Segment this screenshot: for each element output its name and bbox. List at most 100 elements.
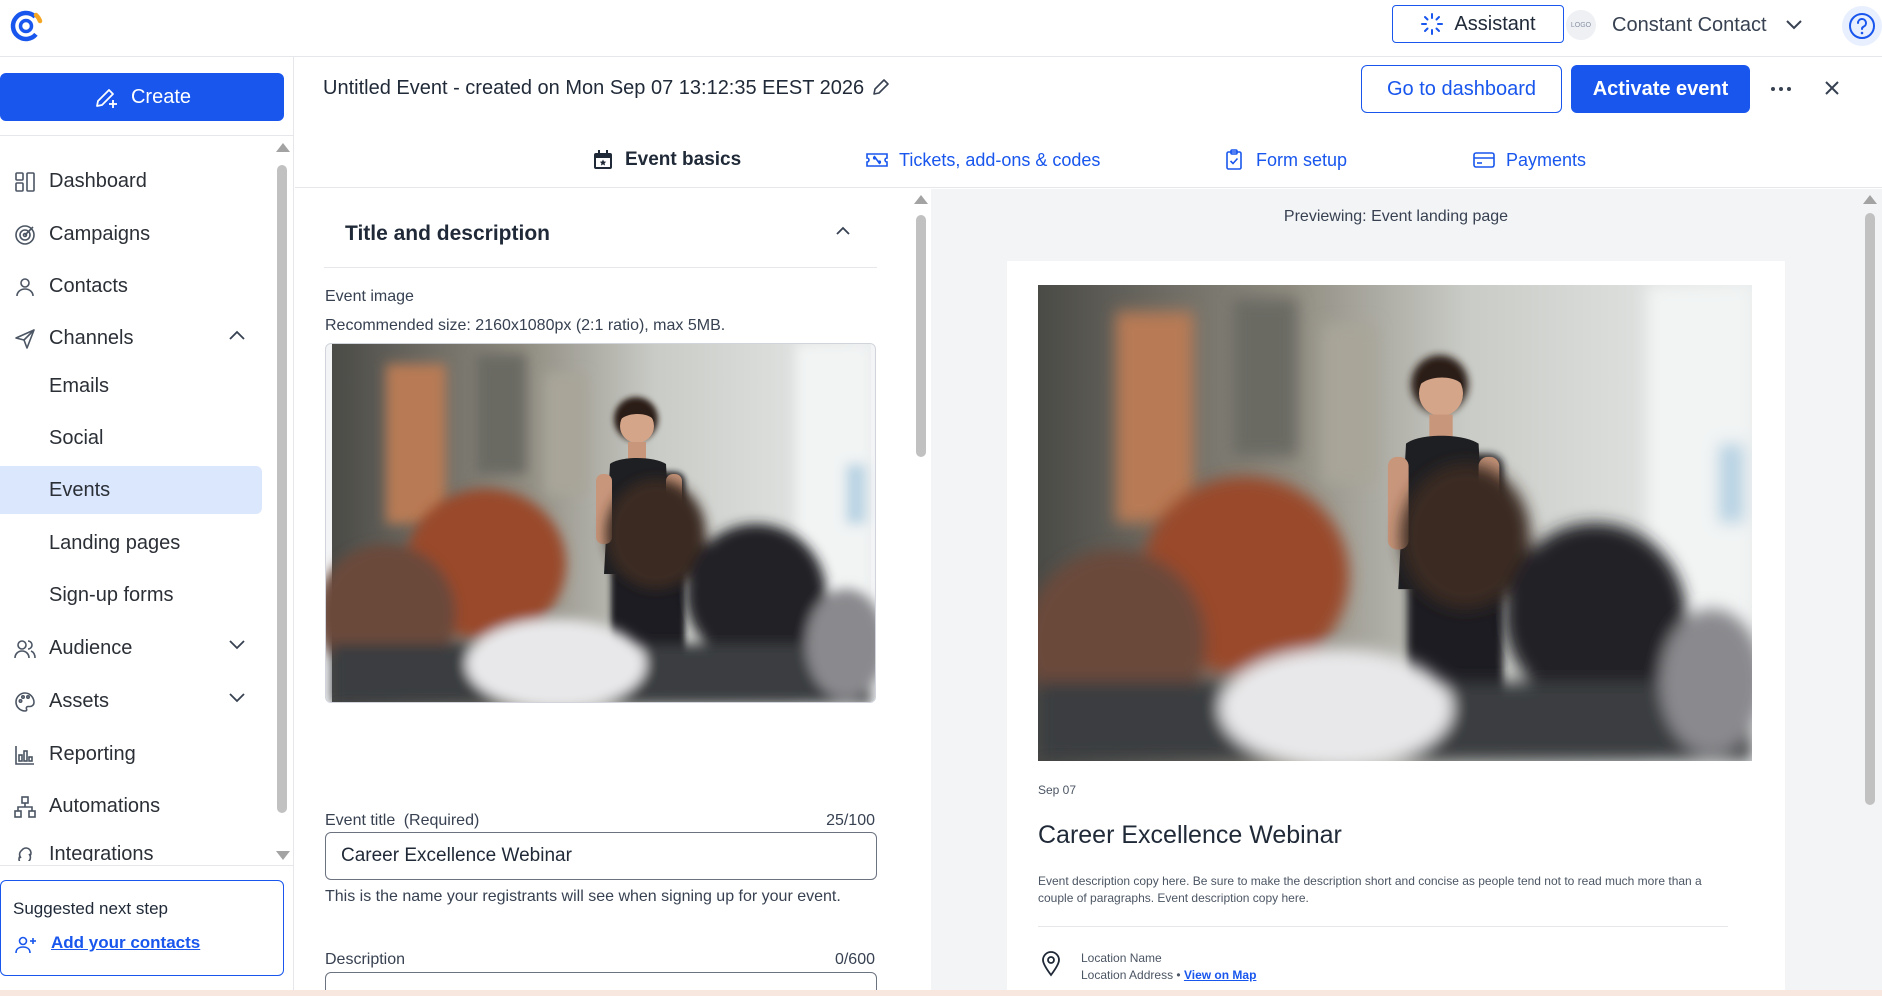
palette-icon: [12, 689, 38, 715]
sidebar-item-automations[interactable]: Automations: [0, 782, 262, 830]
tab-label: Tickets, add-ons & codes: [899, 149, 1101, 170]
chevron-down-icon: [229, 693, 245, 703]
sidebar-item-reporting[interactable]: Reporting: [0, 730, 262, 778]
bar-chart-icon: [12, 742, 38, 768]
scroll-up-arrow-icon[interactable]: [1863, 195, 1877, 204]
sidebar-item-campaigns[interactable]: Campaigns: [0, 210, 262, 258]
integrations-icon: [12, 843, 38, 861]
event-photo: [326, 344, 875, 702]
pencil-plus-icon: [96, 89, 117, 108]
preview-location-address-line: Location Address • View on Map: [1081, 968, 1256, 982]
pencil-icon[interactable]: [870, 76, 892, 98]
close-icon[interactable]: [1820, 76, 1844, 100]
scroll-down-arrow-icon[interactable]: [276, 851, 290, 860]
sidebar-item-label: Landing pages: [49, 531, 181, 554]
tab-tickets[interactable]: Tickets, add-ons & codes: [865, 144, 1100, 176]
go-to-dashboard-button[interactable]: Go to dashboard: [1361, 65, 1562, 113]
preview-scroll-thumb[interactable]: [1865, 213, 1875, 805]
bottom-strip: [0, 990, 1882, 996]
preview-location-address: Location Address: [1081, 968, 1174, 982]
event-image-help: Recommended size: 2160x1080px (2:1 ratio…: [325, 317, 726, 334]
create-label: Create: [130, 85, 192, 108]
event-title-input[interactable]: Career Excellence Webinar: [325, 832, 877, 880]
view-on-map-link[interactable]: View on Map: [1184, 968, 1256, 982]
sidebar-item-integrations[interactable]: Integrations: [0, 827, 262, 861]
preview-location-name: Location Name: [1081, 951, 1162, 965]
audience-icon: [12, 636, 38, 662]
tab-label: Form setup: [1256, 149, 1348, 170]
description-char-counter: 0/600: [834, 951, 875, 968]
create-button[interactable]: Create: [0, 73, 284, 121]
sidebar-item-label: Contacts: [49, 274, 128, 297]
preview-event-description: Event description copy here. Be sure to …: [1038, 874, 1702, 905]
tab-event-basics[interactable]: Event basics: [591, 144, 741, 176]
tab-label: Event basics: [625, 149, 742, 170]
scroll-up-arrow-icon[interactable]: [914, 195, 928, 204]
account-menu[interactable]: LOGO Constant Contact: [1566, 10, 1803, 40]
sidebar-item-assets[interactable]: Assets: [0, 677, 262, 725]
account-name: Constant Contact: [1612, 13, 1767, 36]
sidebar-scroll-thumb[interactable]: [277, 165, 287, 813]
event-form-panel: Title and description Event image Recomm…: [295, 189, 930, 996]
sidebar-item-landing-pages[interactable]: Landing pages: [0, 519, 262, 567]
constant-contact-logo-icon[interactable]: [6, 6, 46, 46]
title-char-counter: 25/100: [826, 812, 875, 829]
chevron-up-icon[interactable]: [835, 225, 851, 237]
sidebar-item-label: Social: [49, 426, 104, 449]
sidebar-item-label: Channels: [49, 326, 134, 349]
sidebar-item-label: Emails: [49, 374, 110, 397]
sidebar-item-label: Sign-up forms: [49, 583, 174, 606]
form-scroll-thumb[interactable]: [916, 215, 926, 457]
section-divider: [324, 267, 877, 268]
sidebar-item-channels[interactable]: Channels: [0, 314, 262, 362]
ticket-icon: [866, 153, 888, 167]
sidebar-item-label: Events: [49, 478, 111, 501]
required-marker: (Required): [403, 812, 480, 829]
clipboard-check-icon: [1226, 149, 1242, 170]
more-options-icon[interactable]: [1768, 80, 1794, 98]
sidebar-item-contacts[interactable]: Contacts: [0, 262, 262, 310]
sidebar-item-label: Integrations: [49, 843, 154, 861]
calendar-icon: [594, 150, 612, 169]
sidebar-item-label: Assets: [49, 689, 110, 712]
event-image-uploader[interactable]: [325, 343, 876, 703]
add-contact-icon: [15, 936, 36, 954]
separator-dot: •: [1176, 968, 1184, 982]
tab-form-setup[interactable]: Form setup: [1222, 144, 1347, 176]
sidebar-item-signup-forms[interactable]: Sign-up forms: [0, 571, 262, 619]
sidebar-divider: [0, 135, 293, 136]
sidebar: Create Dashboard Campaigns Contacts Chan…: [0, 57, 294, 996]
chevron-down-icon: [229, 640, 245, 650]
event-tabs: Event basics Tickets, add-ons & codes Fo…: [295, 134, 1882, 188]
sparkle-icon: [1421, 13, 1444, 35]
sidebar-item-social[interactable]: Social: [0, 414, 262, 462]
event-title-heading: Untitled Event - created on Mon Sep 07 1…: [323, 77, 865, 99]
preview-caption: Previewing: Event landing page: [1283, 208, 1509, 225]
preview-panel: Previewing: Event landing page Sep 07 Ca…: [931, 189, 1882, 996]
campaigns-icon: [12, 222, 38, 248]
suggested-next-step-card: Suggested next step Add your contacts: [0, 880, 284, 976]
paper-plane-icon: [12, 326, 38, 352]
chevron-down-icon: [1785, 20, 1802, 30]
tab-payments[interactable]: Payments: [1472, 144, 1586, 176]
assistant-label: Assistant: [1454, 12, 1536, 35]
sidebar-item-audience[interactable]: Audience: [0, 624, 262, 672]
section-title: Title and description: [345, 222, 550, 245]
sidebar-item-emails[interactable]: Emails: [0, 362, 262, 410]
help-button[interactable]: [1842, 6, 1882, 46]
sidebar-item-events[interactable]: Events: [0, 466, 262, 514]
scroll-up-arrow-icon[interactable]: [276, 143, 290, 152]
sidebar-item-label: Audience: [49, 636, 133, 659]
preview-photo: [1038, 285, 1752, 761]
top-bar: Assistant LOGO Constant Contact: [0, 0, 1882, 57]
sidebar-item-label: Campaigns: [49, 222, 151, 245]
preview-event-title: Career Excellence Webinar: [1038, 821, 1342, 849]
sidebar-item-dashboard[interactable]: Dashboard: [0, 157, 262, 205]
event-title-help: This is the name your registrants will s…: [325, 888, 841, 905]
sidebar-item-label: Reporting: [49, 742, 136, 765]
add-your-contacts-link[interactable]: Add your contacts: [51, 933, 200, 953]
description-label: Description: [325, 951, 406, 968]
location-pin-icon: [1042, 951, 1060, 977]
activate-event-button[interactable]: Activate event: [1571, 65, 1750, 113]
assistant-button[interactable]: Assistant: [1392, 5, 1564, 43]
